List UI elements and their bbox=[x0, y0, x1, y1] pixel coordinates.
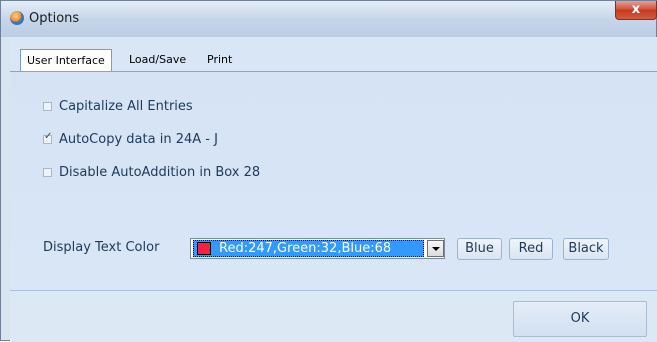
app-logo-icon bbox=[10, 11, 24, 25]
disable-autoaddition-label: Disable AutoAddition in Box 28 bbox=[59, 164, 261, 180]
user-interface-tab-content: Capitalize All Entries AutoCopy data in … bbox=[10, 72, 657, 291]
capitalize-entries-option[interactable]: Capitalize All Entries bbox=[43, 97, 193, 115]
tab-print[interactable]: Print bbox=[201, 50, 238, 70]
selected-color-value: Red:247,Green:32,Blue:68 bbox=[219, 241, 392, 256]
selected-color-item: Red:247,Green:32,Blue:68 bbox=[193, 240, 424, 257]
tab-strip: User Interface Load/Save Print bbox=[10, 37, 657, 77]
capitalize-entries-label: Capitalize All Entries bbox=[59, 98, 193, 114]
capitalize-entries-checkbox[interactable] bbox=[43, 101, 52, 111]
dialog-footer: OK bbox=[10, 291, 657, 342]
disable-autoaddition-checkbox[interactable] bbox=[43, 167, 52, 177]
close-button[interactable]: x bbox=[615, 1, 657, 20]
autocopy-label: AutoCopy data in 24A - J bbox=[59, 131, 218, 147]
color-swatch bbox=[197, 242, 211, 255]
tab-user-interface[interactable]: User Interface bbox=[20, 49, 112, 72]
autocopy-option[interactable]: AutoCopy data in 24A - J bbox=[43, 130, 218, 148]
title-bar[interactable]: Options x bbox=[1, 1, 657, 37]
blue-color-button[interactable]: Blue bbox=[457, 238, 502, 260]
ok-button[interactable]: OK bbox=[513, 301, 647, 337]
window-title: Options bbox=[29, 11, 80, 26]
red-color-button[interactable]: Red bbox=[509, 238, 553, 260]
options-panel: User Interface Load/Save Print Capitaliz… bbox=[10, 37, 657, 342]
tab-load-save[interactable]: Load/Save bbox=[123, 50, 192, 70]
black-color-button[interactable]: Black bbox=[563, 238, 609, 260]
disable-autoaddition-option[interactable]: Disable AutoAddition in Box 28 bbox=[43, 163, 260, 181]
display-text-color-label: Display Text Color bbox=[43, 240, 160, 255]
options-dialog: Options x User Interface Load/Save Print… bbox=[0, 0, 657, 342]
autocopy-checkbox[interactable] bbox=[43, 131, 52, 144]
chevron-down-icon[interactable] bbox=[427, 240, 444, 257]
display-text-color-select[interactable]: Red:247,Green:32,Blue:68 bbox=[190, 238, 445, 259]
